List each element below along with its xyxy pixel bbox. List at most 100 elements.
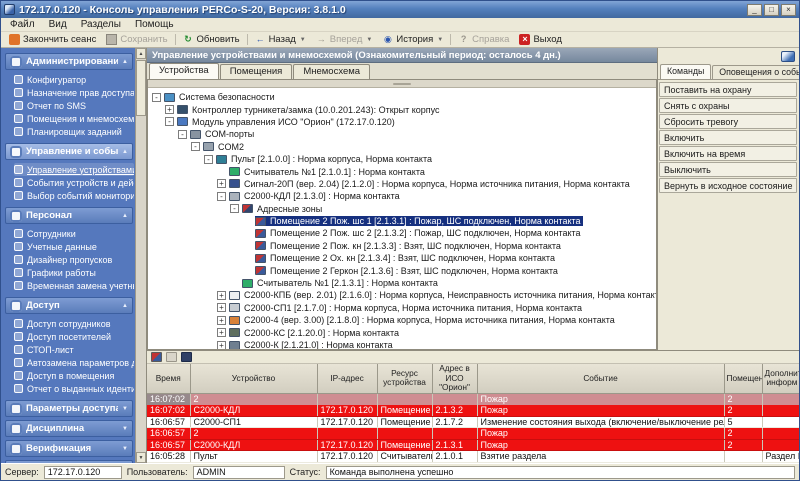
table-row[interactable]: 16:07:02С2000-КДЛ172.17.0.120Помещение 2… xyxy=(147,405,800,417)
tree-item[interactable]: +С2000-К [2.1.21.0] : Норма контакта xyxy=(152,339,656,349)
column-header[interactable]: Время xyxy=(147,364,190,393)
tree-item[interactable]: +С2000-КПБ (вер. 2.01) [2.1.6.0] : Норма… xyxy=(152,289,656,301)
collapse-icon[interactable]: ▲ xyxy=(122,59,128,65)
close-button[interactable]: × xyxy=(781,4,796,16)
menu-item-Разделы[interactable]: Разделы xyxy=(74,19,128,30)
expand-node-icon[interactable]: + xyxy=(217,328,226,337)
tab-Команды[interactable]: Команды xyxy=(660,64,711,79)
print-icon[interactable] xyxy=(151,352,162,362)
sidebar-item[interactable]: События устройств и дейст... xyxy=(14,176,134,189)
sidebar-item[interactable]: Помещения и мнемосхема xyxy=(14,112,134,125)
column-header[interactable]: IP-адрес xyxy=(317,364,377,393)
column-header[interactable]: Адрес в ИСО "Орион" xyxy=(432,364,477,393)
command-button[interactable]: Включить на время xyxy=(659,146,797,161)
collapse-node-icon[interactable]: - xyxy=(191,142,200,151)
menu-item-Файл[interactable]: Файл xyxy=(3,19,42,30)
collapse-node-icon[interactable]: - xyxy=(217,192,226,201)
expand-icon[interactable]: ▼ xyxy=(122,426,128,432)
sidebar-item[interactable]: Сотрудники xyxy=(14,227,134,240)
sidebar-item[interactable]: Управление устройствами и... xyxy=(14,163,134,176)
expand-node-icon[interactable]: + xyxy=(217,291,226,300)
sidebar-item[interactable]: Дизайнер пропусков xyxy=(14,253,134,266)
expand-node-icon[interactable]: + xyxy=(217,303,226,312)
tree-splitter[interactable] xyxy=(148,80,656,88)
expand-icon[interactable]: ▼ xyxy=(122,446,128,452)
collapse-icon[interactable]: ▲ xyxy=(122,149,128,155)
command-button[interactable]: Поставить на охрану xyxy=(659,82,797,97)
command-button[interactable]: Включить xyxy=(659,130,797,145)
menu-item-Помощь[interactable]: Помощь xyxy=(128,19,181,30)
column-header[interactable]: Устройство xyxy=(190,364,317,393)
tree-item[interactable]: Помещение 2 Геркон [2.1.3.6] : Взят, ШС … xyxy=(152,264,656,276)
tree-item[interactable]: Считыватель №1 [2.1.3.1] : Норма контакт… xyxy=(152,277,656,289)
sidebar-section-header[interactable]: Верификация▼ xyxy=(5,440,133,457)
maximize-button[interactable]: □ xyxy=(764,4,779,16)
tab-Помещения[interactable]: Помещения xyxy=(220,64,293,79)
command-button[interactable]: Выключить xyxy=(659,162,797,177)
scroll-down-icon[interactable]: ▼ xyxy=(136,452,146,463)
command-button[interactable]: Снять с охраны xyxy=(659,98,797,113)
collapse-node-icon[interactable]: - xyxy=(178,130,187,139)
table-row[interactable]: 16:06:57С2000-СП1172.17.0.120Помещение 2… xyxy=(147,416,800,428)
collapse-node-icon[interactable]: - xyxy=(230,204,239,213)
sidebar-item[interactable]: Доступ посетителей xyxy=(14,330,134,343)
toolbar-button-exit[interactable]: ×Выход xyxy=(514,34,566,45)
tree-item[interactable]: -COM-порты xyxy=(152,128,656,140)
sidebar-item[interactable]: Отчет о выданных идентиф... xyxy=(14,382,134,395)
column-header[interactable]: Дополнит информ xyxy=(762,364,800,393)
tree-item[interactable]: +Сигнал-20П (вер. 2.04) [2.1.2.0] : Норм… xyxy=(152,178,656,190)
export-icon[interactable] xyxy=(181,352,192,362)
table-row[interactable]: 16:06:572Пожар2 xyxy=(147,428,800,440)
expand-node-icon[interactable]: + xyxy=(165,105,174,114)
tree-item[interactable]: -С2000-КДЛ [2.1.3.0] : Норма контакта xyxy=(152,190,656,202)
toolbar-button-end-session[interactable]: Закончить сеанс xyxy=(4,34,101,45)
table-row[interactable]: 16:05:28Пульт172.17.0.120Считыватель N2.… xyxy=(147,451,800,463)
tab-Оповещения о событиях[interactable]: Оповещения о событиях xyxy=(712,65,800,79)
help-icon[interactable] xyxy=(166,352,177,362)
tab-Мнемосхема[interactable]: Мнемосхема xyxy=(293,64,370,79)
sidebar-item[interactable]: Автозамена параметров до... xyxy=(14,356,134,369)
toolbar-button-back[interactable]: ←Назад▼ xyxy=(250,34,311,45)
sidebar-section-header[interactable]: Администрирование▲ xyxy=(5,53,133,70)
sidebar-item[interactable]: Планировщик заданий xyxy=(14,125,134,138)
tree-item[interactable]: Помещение 2 Ох. кн [2.1.3.4] : Взят, ШС … xyxy=(152,252,656,264)
sidebar-item[interactable]: Конфигуратор xyxy=(14,73,134,86)
tree-item[interactable]: -Модуль управления ИСО "Орион" (172.17.0… xyxy=(152,116,656,128)
sidebar-section-header[interactable]: Доступ▲ xyxy=(5,297,133,314)
tab-Устройства[interactable]: Устройства xyxy=(149,63,219,79)
collapse-node-icon[interactable]: - xyxy=(165,117,174,126)
column-header[interactable]: Ресурс устройства xyxy=(377,364,432,393)
tree-item[interactable]: +Контроллер турникета/замка (10.0.201.24… xyxy=(152,103,656,115)
tree-item[interactable]: +С2000-4 (вер. 3.00) [2.1.8.0] : Норма к… xyxy=(152,314,656,326)
sidebar-scrollbar[interactable]: ▲ ▼ xyxy=(135,48,146,463)
toolbar-button-refresh[interactable]: ↻Обновить xyxy=(178,34,245,45)
sidebar-item[interactable]: Доступ сотрудников xyxy=(14,317,134,330)
scroll-up-icon[interactable]: ▲ xyxy=(136,48,146,59)
sidebar-item[interactable]: Доступ в помещения xyxy=(14,369,134,382)
sidebar-section-header[interactable]: Дисциплина▼ xyxy=(5,420,133,437)
command-button[interactable]: Вернуть в исходное состояние xyxy=(659,178,797,193)
expand-node-icon[interactable]: + xyxy=(217,316,226,325)
tree-item[interactable]: -Адресные зоны xyxy=(152,203,656,215)
command-button[interactable]: Сбросить тревогу xyxy=(659,114,797,129)
tree-item[interactable]: +С2000-КС [2.1.20.0] : Норма контакта xyxy=(152,326,656,338)
sidebar-section-header[interactable]: Персонал▲ xyxy=(5,207,133,224)
sidebar-item[interactable]: Учетные данные xyxy=(14,240,134,253)
sidebar-item[interactable]: СТОП-лист xyxy=(14,343,134,356)
sidebar-item[interactable]: Графики работы xyxy=(14,266,134,279)
tree-item[interactable]: Считыватель №1 [2.1.0.1] : Норма контакт… xyxy=(152,165,656,177)
expand-node-icon[interactable]: + xyxy=(217,341,226,350)
column-header[interactable]: Помещение xyxy=(724,364,762,393)
tree-item[interactable]: +С2000-СП1 [2.1.7.0] : Норма корпуса, Но… xyxy=(152,302,656,314)
tree-item[interactable]: Помещение 2 Пож. кн [2.1.3.3] : Взят, ШС… xyxy=(152,240,656,252)
scroll-thumb[interactable] xyxy=(136,60,146,116)
menu-item-Вид[interactable]: Вид xyxy=(42,19,74,30)
sidebar-section-header[interactable]: Управление и события▲ xyxy=(5,143,133,160)
table-row[interactable]: 16:07:022Пожар2 xyxy=(147,393,800,405)
column-header[interactable]: Событие xyxy=(477,364,724,393)
collapse-icon[interactable]: ▲ xyxy=(122,213,128,219)
tree-item[interactable]: -COM2 xyxy=(152,141,656,153)
sidebar-item[interactable]: Отчет по SMS xyxy=(14,99,134,112)
tree-item[interactable]: Помещение 2 Пож. шс 2 [2.1.3.2] : Пожар,… xyxy=(152,227,656,239)
sidebar-item[interactable]: Временная замена учетных ... xyxy=(14,279,134,292)
